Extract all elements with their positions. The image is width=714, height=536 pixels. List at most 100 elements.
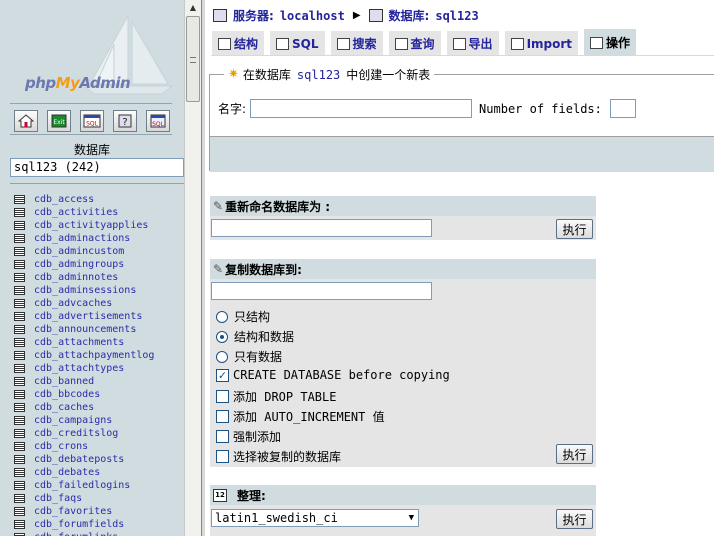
- database-select[interactable]: sql123 (242): [10, 158, 184, 177]
- table-link[interactable]: cdb_debates: [34, 467, 100, 478]
- table-link[interactable]: cdb_admincustom: [34, 246, 124, 257]
- phpmyadmin-logo[interactable]: phpMyAdmin: [0, 0, 184, 102]
- tab-2[interactable]: 搜索: [329, 30, 384, 56]
- copy-mode-radio[interactable]: [216, 350, 228, 363]
- table-link[interactable]: cdb_activities: [34, 207, 118, 218]
- table-icon[interactable]: [14, 325, 25, 334]
- copy-option[interactable]: 添加 AUTO_INCREMENT 值: [216, 408, 385, 425]
- copy-option-checkbox[interactable]: [216, 430, 229, 443]
- rename-input[interactable]: [211, 219, 432, 237]
- table-link[interactable]: cdb_adminactions: [34, 233, 130, 244]
- table-list-item: cdb_campaigns: [14, 414, 154, 427]
- table-link[interactable]: cdb_campaigns: [34, 415, 112, 426]
- copy-mode-option[interactable]: 结构和数据: [216, 328, 294, 345]
- table-icon[interactable]: [14, 299, 25, 308]
- copy-mode-radio[interactable]: [216, 330, 228, 343]
- table-icon[interactable]: [14, 494, 25, 503]
- table-link[interactable]: cdb_forumlinks: [34, 532, 118, 536]
- exit-icon[interactable]: Exit: [47, 110, 71, 132]
- table-icon[interactable]: [14, 442, 25, 451]
- tab-6[interactable]: 操作: [583, 28, 638, 56]
- table-icon[interactable]: [14, 273, 25, 282]
- table-link[interactable]: cdb_caches: [34, 402, 94, 413]
- table-icon[interactable]: [14, 429, 25, 438]
- copy-option-checkbox[interactable]: ✓: [216, 368, 229, 382]
- tab-1[interactable]: SQL: [269, 30, 326, 56]
- table-link[interactable]: cdb_admingroups: [34, 259, 124, 270]
- table-link[interactable]: cdb_debateposts: [34, 454, 124, 465]
- tab-4[interactable]: 导出: [445, 30, 500, 56]
- copy-go-button[interactable]: 执行: [556, 444, 593, 464]
- table-link[interactable]: cdb_failedlogins: [34, 480, 130, 491]
- table-link[interactable]: cdb_attachments: [34, 337, 124, 348]
- fields-count-input[interactable]: [609, 99, 636, 118]
- tab-0[interactable]: 结构: [211, 30, 266, 56]
- table-icon[interactable]: [14, 247, 25, 256]
- table-link[interactable]: cdb_advcaches: [34, 298, 112, 309]
- breadcrumb-db-link[interactable]: sql123: [435, 9, 478, 23]
- copy-target-input[interactable]: [211, 282, 432, 300]
- table-icon[interactable]: [14, 195, 25, 204]
- table-list-item: cdb_banned: [14, 375, 154, 388]
- table-icon[interactable]: [14, 208, 25, 217]
- table-icon[interactable]: [14, 338, 25, 347]
- table-icon[interactable]: [14, 351, 25, 360]
- table-link[interactable]: cdb_forumfields: [34, 519, 124, 530]
- table-icon[interactable]: [14, 481, 25, 490]
- rename-go-button[interactable]: 执行: [556, 219, 593, 239]
- table-link[interactable]: cdb_faqs: [34, 493, 82, 504]
- table-link[interactable]: cdb_favorites: [34, 506, 112, 517]
- table-link[interactable]: cdb_bbcodes: [34, 389, 100, 400]
- table-link[interactable]: cdb_activityapplies: [34, 220, 148, 231]
- table-icon[interactable]: [14, 455, 25, 464]
- table-icon[interactable]: [14, 312, 25, 321]
- table-icon[interactable]: [14, 468, 25, 477]
- query-window-icon[interactable]: SQL: [146, 110, 170, 132]
- scroll-thumb[interactable]: [186, 16, 200, 102]
- copy-mode-option[interactable]: 只结构: [216, 308, 270, 325]
- table-icon[interactable]: [14, 403, 25, 412]
- home-icon[interactable]: [14, 110, 38, 132]
- table-link[interactable]: cdb_attachpaymentlog: [34, 350, 154, 361]
- table-icon[interactable]: [14, 286, 25, 295]
- copy-option[interactable]: 选择被复制的数据库: [216, 448, 341, 465]
- table-icon[interactable]: [14, 260, 25, 269]
- collation-select[interactable]: latin1_swedish_ci ▼: [211, 509, 419, 527]
- help-icon[interactable]: ?: [113, 110, 137, 132]
- nav-scrollbar[interactable]: ▲: [184, 0, 201, 536]
- collation-go-button[interactable]: 执行: [556, 509, 593, 529]
- tab-5[interactable]: Import: [503, 30, 580, 56]
- table-icon[interactable]: [14, 234, 25, 243]
- sql-icon[interactable]: SQL: [80, 110, 104, 132]
- table-link[interactable]: cdb_advertisements: [34, 311, 142, 322]
- table-icon[interactable]: [14, 364, 25, 373]
- table-link[interactable]: cdb_access: [34, 194, 94, 205]
- copy-option-checkbox[interactable]: [216, 410, 229, 423]
- table-link[interactable]: cdb_announcements: [34, 324, 136, 335]
- copy-option[interactable]: 强制添加: [216, 428, 281, 445]
- table-link[interactable]: cdb_banned: [34, 376, 94, 387]
- table-icon[interactable]: [14, 507, 25, 516]
- table-icon[interactable]: [14, 416, 25, 425]
- table-link[interactable]: cdb_attachtypes: [34, 363, 124, 374]
- copy-option-checkbox[interactable]: [216, 390, 229, 403]
- table-link[interactable]: cdb_adminsessions: [34, 285, 136, 296]
- table-icon[interactable]: [14, 390, 25, 399]
- copy-mode-radio[interactable]: [216, 310, 228, 323]
- scroll-up-icon[interactable]: ▲: [185, 0, 201, 14]
- table-link[interactable]: cdb_creditslog: [34, 428, 118, 439]
- table-link[interactable]: cdb_adminnotes: [34, 272, 118, 283]
- tab-3[interactable]: 查询: [387, 30, 442, 56]
- table-link[interactable]: cdb_crons: [34, 441, 88, 452]
- new-table-icon: ✷: [228, 67, 239, 82]
- copy-option-checkbox[interactable]: [216, 450, 229, 463]
- breadcrumb-server-link[interactable]: localhost: [280, 9, 345, 23]
- table-name-input[interactable]: [250, 99, 473, 118]
- table-icon[interactable]: [14, 377, 25, 386]
- table-icon[interactable]: [14, 520, 25, 529]
- copy-option[interactable]: ✓ CREATE DATABASE before copying: [216, 368, 450, 382]
- copy-option[interactable]: 添加 DROP TABLE: [216, 388, 336, 405]
- chevron-down-icon[interactable]: ▼: [409, 510, 414, 526]
- copy-mode-option[interactable]: 只有数据: [216, 348, 282, 365]
- table-icon[interactable]: [14, 221, 25, 230]
